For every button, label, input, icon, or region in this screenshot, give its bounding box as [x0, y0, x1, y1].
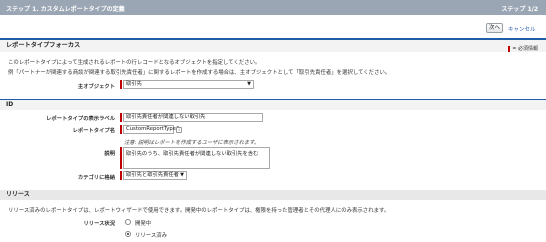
- required-marker: [120, 113, 122, 122]
- radio-label-in-development: 開発中: [135, 221, 152, 227]
- info-icon[interactable]: i: [176, 127, 182, 133]
- required-marker: [508, 45, 511, 52]
- report-type-name-label: レポートタイプ名: [72, 128, 115, 134]
- focus-description-2: 例「パートナーが関連する商談が関連する取引先責任者」に関するレポートを作成する場…: [8, 70, 391, 76]
- section-release: リリース: [0, 190, 546, 200]
- description-hint: 注意: 説明はレポートを作成するユーザに表示されます。: [124, 140, 260, 146]
- required-marker: [120, 147, 122, 169]
- dropdown-arrow-icon: ▼: [180, 172, 184, 178]
- section-id: ID: [0, 100, 546, 110]
- step-indicator: ステップ 1/2: [501, 6, 538, 13]
- cancel-link[interactable]: キャンセル: [508, 25, 536, 33]
- category-select[interactable]: 取引先と取引先責任者 ▼: [123, 171, 187, 180]
- release-description: リリース済みのレポートタイプは、レポートウィザードで使用できます。開発中のレポー…: [8, 208, 390, 214]
- required-legend: = 必須情報: [508, 43, 538, 55]
- dropdown-arrow-icon: ▼: [247, 81, 251, 87]
- radio-in-development[interactable]: [125, 219, 131, 225]
- report-type-name-input[interactable]: CustomReportType2: [123, 125, 179, 134]
- required-marker: [120, 125, 122, 134]
- page-title: ステップ 1. カスタムレポートタイプの定義: [6, 6, 125, 13]
- focus-description-1: このレポートタイプによって生成されるレポートの行レコードとなるオブジェクトを指定…: [8, 60, 261, 66]
- section-report-type-focus: レポートタイプフォーカス = 必須情報: [0, 38, 546, 52]
- primary-object-label: 主オブジェクト: [77, 84, 115, 90]
- description-textarea[interactable]: 取引先のうち、取引先責任者が関連しない取引先を含む: [123, 147, 270, 169]
- next-button[interactable]: 次へ: [486, 23, 503, 33]
- radio-deployed[interactable]: [125, 231, 131, 237]
- description-label: 説明: [104, 151, 115, 157]
- section-title: レポートタイプフォーカス: [6, 42, 81, 49]
- display-label-label: レポートタイプの表示ラベル: [46, 116, 115, 122]
- section-title: リリース: [6, 191, 30, 198]
- display-label-input[interactable]: 取引先責任者が関連しない取引先: [123, 113, 263, 122]
- page-titlebar: ステップ 1. カスタムレポートタイプの定義 ステップ 1/2: [0, 0, 546, 15]
- section-title: ID: [6, 101, 14, 108]
- required-marker: [120, 171, 122, 180]
- radio-label-deployed: リリース済み: [135, 233, 168, 239]
- release-status-label: リリース状況: [83, 221, 115, 227]
- category-label: カテゴリに格納: [77, 175, 115, 181]
- required-marker: [120, 80, 122, 89]
- primary-object-select[interactable]: 取引先 ▼: [123, 80, 254, 89]
